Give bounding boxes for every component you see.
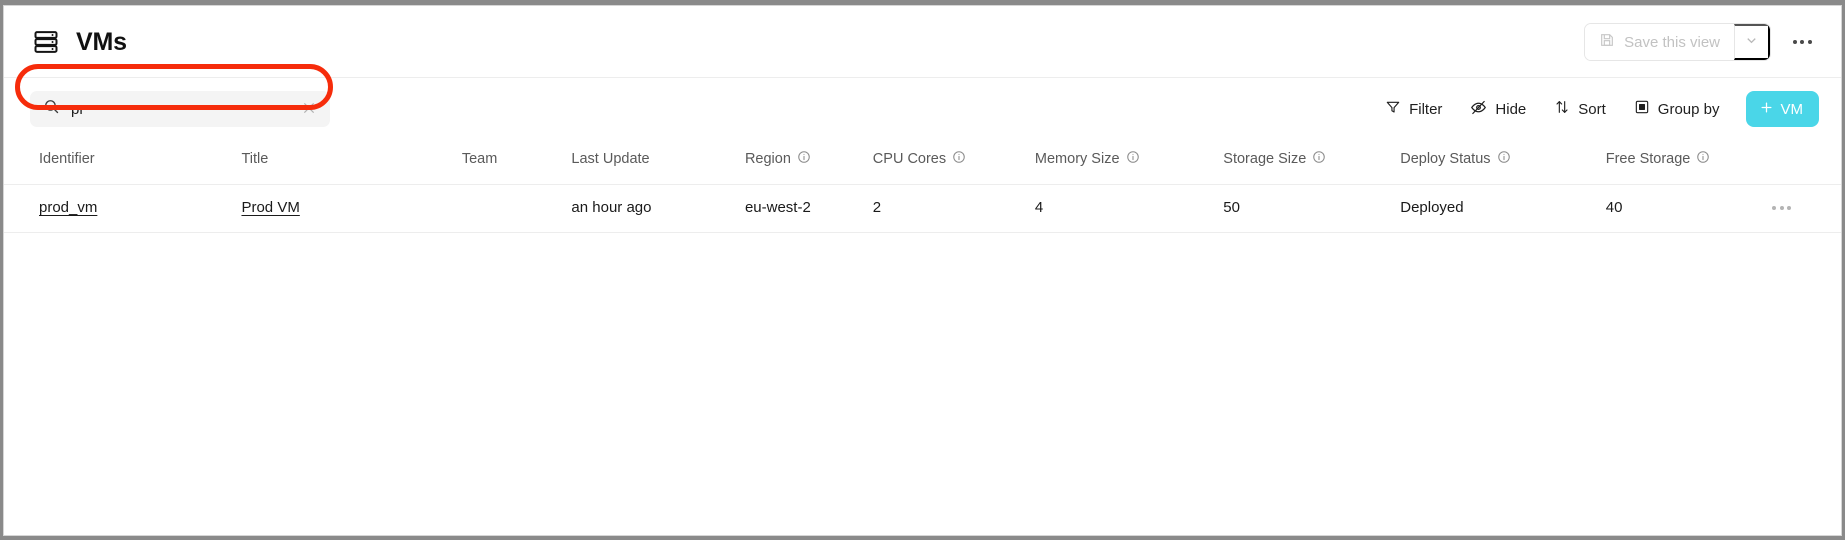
- catalog-window: VMs Save this view pr Filter Hide Sort G…: [3, 5, 1842, 536]
- chevron-down-icon: [1744, 33, 1759, 51]
- column-header-deploy-status[interactable]: Deploy Status: [1400, 140, 1606, 185]
- page-title-group: VMs: [32, 28, 127, 56]
- cell-free-storage: 40: [1605, 184, 1773, 233]
- filter-label: Filter: [1409, 100, 1443, 118]
- server-stack-icon: [32, 28, 60, 56]
- save-view-group: Save this view: [1584, 23, 1771, 61]
- add-vm-label: VM: [1780, 100, 1804, 118]
- save-this-view-label: Save this view: [1624, 33, 1720, 51]
- column-header-last-update[interactable]: Last Update: [571, 140, 745, 185]
- catalog-table: Identifier Title Team Last Update Region…: [4, 140, 1841, 233]
- cell-memory-size: 4: [1034, 184, 1224, 233]
- column-header-region[interactable]: Region: [745, 140, 873, 185]
- table-body: prod_vm Prod VM an hour ago eu-west-2 2 …: [4, 184, 1841, 233]
- catalog-table-area: Identifier Title Team Last Update Region…: [4, 140, 1841, 233]
- save-view-dropdown-button[interactable]: [1734, 24, 1770, 60]
- search-wrapper: [30, 91, 330, 127]
- info-icon[interactable]: [1312, 150, 1326, 168]
- column-label: Last Update: [571, 151, 650, 167]
- ellipsis-dot: [1772, 205, 1777, 210]
- row-overflow-menu-button[interactable]: [1772, 205, 1792, 210]
- desktop-background: VMs Save this view pr Filter Hide Sort G…: [0, 0, 1845, 540]
- search-input[interactable]: [71, 91, 289, 127]
- column-label: Title: [241, 151, 269, 167]
- column-label: Storage Size: [1223, 151, 1307, 167]
- column-label: Identifier: [39, 151, 95, 167]
- cell-row-actions: [1772, 184, 1841, 233]
- search-icon: [43, 98, 60, 120]
- page-header: VMs Save this view: [4, 6, 1841, 78]
- table-row[interactable]: prod_vm Prod VM an hour ago eu-west-2 2 …: [4, 184, 1841, 233]
- sort-arrows-icon: [1554, 99, 1570, 119]
- funnel-icon: [1385, 99, 1401, 119]
- cell-storage-size: 50: [1223, 184, 1401, 233]
- info-icon[interactable]: [952, 150, 966, 168]
- table-header: Identifier Title Team Last Update Region…: [4, 140, 1841, 185]
- group-by-button[interactable]: Group by: [1620, 92, 1734, 126]
- column-header-row-actions: [1772, 140, 1841, 185]
- eye-off-icon: [1470, 99, 1487, 120]
- ellipsis-dot: [1792, 40, 1797, 44]
- cell-team: [461, 184, 572, 233]
- info-icon[interactable]: [1126, 150, 1140, 168]
- column-label: CPU Cores: [872, 151, 947, 167]
- ellipsis-dot: [1787, 205, 1792, 210]
- clear-search-button[interactable]: [300, 100, 318, 118]
- column-label: Region: [744, 151, 791, 167]
- header-actions: Save this view: [1584, 23, 1819, 61]
- cell-region: eu-west-2: [744, 184, 873, 233]
- filter-button[interactable]: Filter: [1371, 92, 1456, 126]
- column-header-team[interactable]: Team: [462, 140, 572, 185]
- cell-cpu-cores: 2: [872, 184, 1035, 233]
- column-label: Team: [461, 151, 498, 167]
- group-icon: [1634, 99, 1650, 119]
- column-label: Deploy Status: [1400, 151, 1491, 167]
- identifier-link[interactable]: prod_vm: [39, 199, 97, 216]
- info-icon[interactable]: [1497, 150, 1511, 168]
- table-header-row: Identifier Title Team Last Update Region…: [4, 140, 1841, 185]
- cell-deploy-status: Deployed: [1400, 184, 1606, 233]
- cell-title: Prod VM: [241, 184, 462, 233]
- title-link[interactable]: Prod VM: [241, 199, 299, 216]
- column-header-memory-size[interactable]: Memory Size: [1035, 140, 1223, 185]
- column-label: Memory Size: [1034, 151, 1120, 167]
- column-header-title[interactable]: Title: [241, 140, 461, 185]
- column-header-identifier[interactable]: Identifier: [4, 140, 241, 185]
- table-controls: Filter Hide: [4, 78, 1841, 140]
- cell-last-update: an hour ago: [571, 184, 745, 233]
- add-vm-button[interactable]: VM: [1745, 91, 1819, 127]
- column-header-storage-size[interactable]: Storage Size: [1223, 140, 1400, 185]
- page-title: VMs: [76, 27, 127, 56]
- info-icon[interactable]: [797, 150, 811, 168]
- ellipsis-dot: [1779, 205, 1784, 210]
- sort-button[interactable]: Sort: [1540, 92, 1620, 126]
- hide-label: Hide: [1495, 100, 1527, 118]
- search-box[interactable]: [30, 91, 330, 127]
- info-icon[interactable]: [1696, 150, 1710, 168]
- sort-label: Sort: [1578, 100, 1606, 118]
- ellipsis-dot: [1800, 40, 1804, 44]
- save-this-view-button[interactable]: Save this view: [1585, 24, 1734, 60]
- plus-icon: [1759, 100, 1774, 119]
- cell-identifier: prod_vm: [4, 184, 242, 233]
- table-action-buttons: Filter Hide Sort Group by VM: [1371, 91, 1819, 127]
- column-header-free-storage[interactable]: Free Storage: [1606, 140, 1773, 185]
- column-header-cpu-cores[interactable]: CPU Cores: [873, 140, 1035, 185]
- group-by-label: Group by: [1657, 100, 1720, 118]
- floppy-disk-icon: [1599, 32, 1615, 52]
- close-icon: [301, 100, 317, 119]
- ellipsis-dot: [1807, 40, 1812, 44]
- hide-button[interactable]: Hide: [1456, 92, 1540, 126]
- column-label: Free Storage: [1605, 151, 1691, 167]
- header-overflow-menu-button[interactable]: [1785, 25, 1819, 59]
